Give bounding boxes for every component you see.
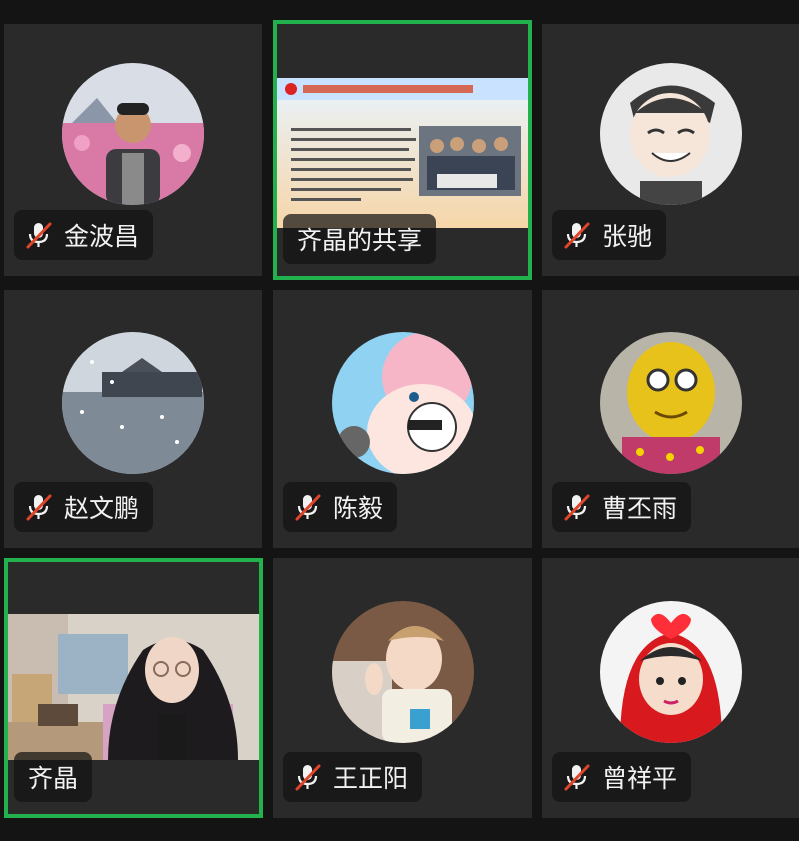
participant-name: 齐晶的共享 xyxy=(297,226,423,255)
participant-label: 曹丕雨 xyxy=(552,482,692,532)
participant-name: 金波昌 xyxy=(64,222,140,251)
participant-name: 张驰 xyxy=(602,222,653,251)
participant-tile-zengxiangping[interactable]: 曾祥平 xyxy=(542,558,799,818)
avatar xyxy=(62,332,204,474)
participant-name: 曾祥平 xyxy=(602,764,678,793)
screen-share-content xyxy=(277,78,528,228)
participant-name: 赵文鹏 xyxy=(64,494,140,523)
participant-video xyxy=(8,614,259,760)
mic-muted-icon xyxy=(562,492,592,522)
mic-muted-icon xyxy=(24,220,54,250)
participant-tile-jinbochang[interactable]: 金波昌 xyxy=(4,24,262,276)
participant-label: 赵文鹏 xyxy=(14,482,154,532)
participant-label: 陈毅 xyxy=(283,482,398,532)
participant-tile-wangzhengyang[interactable]: 王正阳 xyxy=(273,558,532,818)
participant-tile-caopiyu[interactable]: 曹丕雨 xyxy=(542,290,799,548)
participant-tile-chenyi[interactable]: 陈毅 xyxy=(273,290,532,548)
participant-tile-qijing[interactable]: 齐晶 xyxy=(4,558,263,818)
participant-label: 金波昌 xyxy=(14,210,154,260)
avatar xyxy=(62,63,204,205)
avatar xyxy=(331,601,474,743)
avatar xyxy=(599,601,742,743)
participant-name: 齐晶 xyxy=(28,764,79,793)
meeting-grid: { "participants": [ {"name": "金波昌", "mut… xyxy=(0,0,799,841)
avatar xyxy=(599,332,742,474)
participant-tile-screen-share[interactable]: 齐晶的共享 xyxy=(273,20,532,280)
avatar xyxy=(599,63,742,205)
participant-label: 王正阳 xyxy=(283,752,423,802)
participant-name: 曹丕雨 xyxy=(602,494,678,523)
participant-tile-zhangchi[interactable]: 张驰 xyxy=(542,24,799,276)
participant-name: 王正阳 xyxy=(333,764,409,793)
mic-muted-icon xyxy=(293,492,323,522)
avatar xyxy=(331,332,474,474)
participant-label: 张驰 xyxy=(552,210,667,260)
participant-label: 齐晶 xyxy=(14,752,93,802)
mic-muted-icon xyxy=(24,492,54,522)
mic-muted-icon xyxy=(562,220,592,250)
participant-tile-zhaowenpeng[interactable]: 赵文鹏 xyxy=(4,290,262,548)
mic-muted-icon xyxy=(293,762,323,792)
participant-name: 陈毅 xyxy=(333,494,384,523)
participant-label: 曾祥平 xyxy=(552,752,692,802)
mic-muted-icon xyxy=(562,762,592,792)
participant-label: 齐晶的共享 xyxy=(283,214,437,264)
